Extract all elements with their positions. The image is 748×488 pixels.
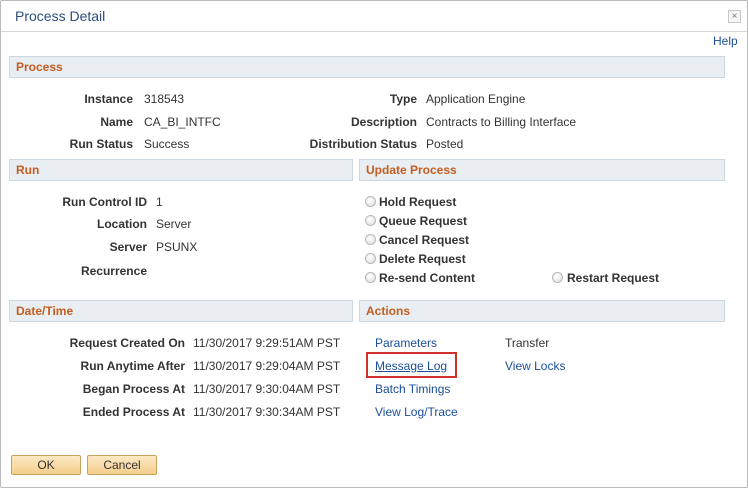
request-created-on-label: Request Created On — [69, 336, 185, 350]
description-value: Contracts to Billing Interface — [426, 115, 577, 129]
resend-content-label[interactable]: Re-send Content — [379, 271, 475, 285]
cancel-request-radio[interactable] — [365, 234, 376, 245]
instance-label: Instance — [84, 92, 133, 106]
distribution-status-label: Distribution Status — [309, 137, 417, 151]
run-anytime-after-value: 11/30/2017 9:29:04AM PST — [193, 359, 341, 373]
run-status-label: Run Status — [69, 137, 133, 151]
actions-section-header: Actions — [359, 300, 725, 322]
dialog-titlebar: Process Detail × — [1, 1, 747, 32]
server-value: PSUNX — [156, 240, 198, 254]
cancel-button[interactable]: Cancel — [87, 455, 157, 475]
process-section-header: Process — [9, 56, 725, 78]
cancel-request-label[interactable]: Cancel Request — [379, 233, 469, 247]
delete-request-radio[interactable] — [365, 253, 376, 264]
view-log-trace-link[interactable]: View Log/Trace — [375, 405, 458, 419]
datetime-section-header: Date/Time — [9, 300, 353, 322]
instance-value: 318543 — [144, 92, 185, 106]
run-section-header: Run — [9, 159, 353, 181]
type-label: Type — [389, 92, 417, 106]
queue-request-radio[interactable] — [365, 215, 376, 226]
restart-request-label[interactable]: Restart Request — [567, 271, 659, 285]
location-label: Location — [97, 217, 147, 231]
close-icon[interactable]: × — [728, 10, 741, 23]
queue-request-label[interactable]: Queue Request — [379, 214, 467, 228]
run-control-id-label: Run Control ID — [62, 195, 147, 209]
run-control-id-value: 1 — [156, 195, 163, 209]
request-created-on-value: 11/30/2017 9:29:51AM PST — [193, 336, 341, 350]
began-process-at-label: Began Process At — [82, 382, 185, 396]
process-detail-dialog: Process Detail × Help Process Instance 3… — [0, 0, 748, 488]
ended-process-at-value: 11/30/2017 9:30:34AM PST — [193, 405, 341, 419]
name-label: Name — [100, 115, 133, 129]
parameters-link[interactable]: Parameters — [375, 336, 437, 350]
ok-button[interactable]: OK — [11, 455, 81, 475]
delete-request-label[interactable]: Delete Request — [379, 252, 466, 266]
help-link[interactable]: Help — [713, 34, 738, 48]
recurrence-label: Recurrence — [80, 264, 147, 278]
message-log-highlight — [366, 352, 457, 378]
update-process-section-header: Update Process — [359, 159, 725, 181]
server-label: Server — [109, 240, 147, 254]
began-process-at-value: 11/30/2017 9:30:04AM PST — [193, 382, 341, 396]
transfer-text: Transfer — [505, 336, 550, 350]
resend-content-radio[interactable] — [365, 272, 376, 283]
hold-request-radio[interactable] — [365, 196, 376, 207]
batch-timings-link[interactable]: Batch Timings — [375, 382, 450, 396]
dialog-title: Process Detail — [15, 8, 106, 24]
description-label: Description — [350, 115, 417, 129]
run-status-value: Success — [144, 137, 190, 151]
run-anytime-after-label: Run Anytime After — [80, 359, 185, 373]
type-value: Application Engine — [426, 92, 526, 106]
restart-request-radio[interactable] — [552, 272, 563, 283]
location-value: Server — [156, 217, 192, 231]
distribution-status-value: Posted — [426, 137, 464, 151]
name-value: CA_BI_INTFC — [144, 115, 221, 129]
ended-process-at-label: Ended Process At — [82, 405, 185, 419]
hold-request-label[interactable]: Hold Request — [379, 195, 456, 209]
view-locks-link[interactable]: View Locks — [505, 359, 565, 373]
